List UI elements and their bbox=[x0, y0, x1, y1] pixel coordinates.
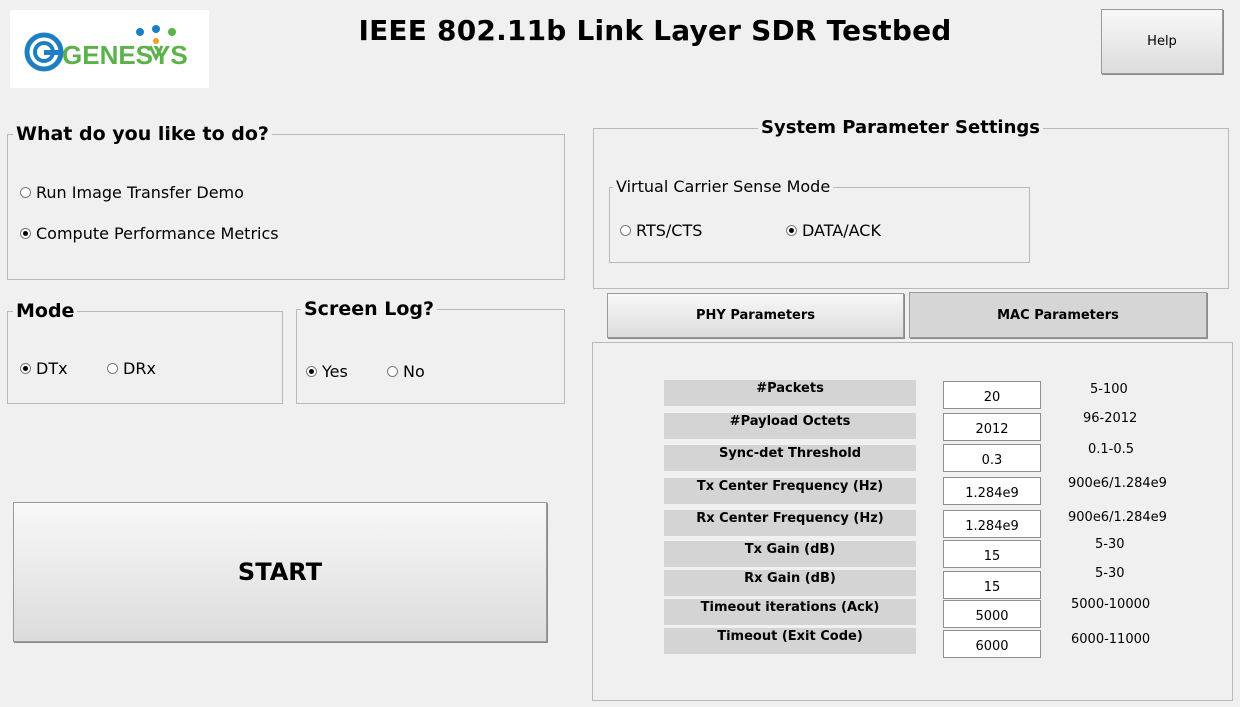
tab-phy-parameters[interactable]: PHY Parameters bbox=[607, 293, 904, 338]
app-title: IEEE 802.11b Link Layer SDR Testbed bbox=[358, 14, 952, 47]
param-range: 5-100 bbox=[1090, 382, 1128, 397]
mode-panel-title: Mode bbox=[13, 300, 78, 322]
param-label: Rx Center Frequency (Hz) bbox=[664, 510, 916, 536]
mode-panel: Mode DTx DRx bbox=[7, 300, 283, 404]
param-input[interactable] bbox=[943, 510, 1041, 538]
tab-mac-parameters[interactable]: MAC Parameters bbox=[909, 292, 1207, 338]
option-data-ack-label: DATA/ACK bbox=[802, 221, 881, 240]
option-drx[interactable]: DRx bbox=[107, 359, 156, 378]
radio-log-no[interactable] bbox=[387, 366, 398, 377]
option-compute-metrics[interactable]: Compute Performance Metrics bbox=[20, 224, 279, 243]
option-rts-cts-label: RTS/CTS bbox=[636, 221, 703, 240]
screen-log-panel: Screen Log? Yes No bbox=[296, 298, 565, 404]
param-label: Sync-det Threshold bbox=[664, 445, 916, 471]
param-input[interactable] bbox=[943, 571, 1041, 599]
system-settings-panel: System Parameter Settings Virtual Carrie… bbox=[593, 117, 1229, 289]
radio-dtx[interactable] bbox=[20, 363, 31, 374]
param-label: Tx Center Frequency (Hz) bbox=[664, 478, 916, 504]
param-range: 0.1-0.5 bbox=[1088, 442, 1135, 457]
option-drx-label: DRx bbox=[123, 359, 156, 378]
option-log-yes-label: Yes bbox=[322, 362, 348, 381]
param-input[interactable] bbox=[943, 600, 1041, 628]
param-input[interactable] bbox=[943, 381, 1041, 409]
param-label: Rx Gain (dB) bbox=[664, 570, 916, 596]
param-label: Timeout iterations (Ack) bbox=[664, 599, 916, 625]
option-run-image-transfer-label: Run Image Transfer Demo bbox=[36, 183, 244, 202]
param-range: 900e6/1.284e9 bbox=[1068, 476, 1167, 491]
radio-log-yes[interactable] bbox=[306, 366, 317, 377]
param-range: 96-2012 bbox=[1083, 411, 1138, 426]
option-data-ack[interactable]: DATA/ACK bbox=[786, 221, 881, 240]
param-range: 900e6/1.284e9 bbox=[1068, 510, 1167, 525]
radio-data-ack[interactable] bbox=[786, 225, 797, 236]
option-dtx[interactable]: DTx bbox=[20, 359, 68, 378]
option-log-no-label: No bbox=[403, 362, 425, 381]
start-button[interactable]: START bbox=[13, 502, 547, 642]
option-dtx-label: DTx bbox=[36, 359, 68, 378]
system-settings-title: System Parameter Settings bbox=[758, 117, 1044, 138]
param-input[interactable] bbox=[943, 444, 1041, 472]
param-range: 5-30 bbox=[1095, 566, 1125, 581]
vcs-panel: Virtual Carrier Sense Mode RTS/CTS DATA/… bbox=[609, 177, 1030, 263]
genesys-logo: GENESYS bbox=[10, 10, 209, 88]
vcs-panel-title: Virtual Carrier Sense Mode bbox=[613, 177, 834, 196]
param-input[interactable] bbox=[943, 413, 1041, 441]
param-label: #Payload Octets bbox=[664, 413, 916, 439]
param-input[interactable] bbox=[943, 540, 1041, 568]
radio-rts-cts[interactable] bbox=[620, 225, 631, 236]
help-button[interactable]: Help bbox=[1101, 9, 1223, 74]
param-range: 5-30 bbox=[1095, 537, 1125, 552]
param-label: #Packets bbox=[664, 380, 916, 406]
radio-compute-metrics[interactable] bbox=[20, 228, 31, 239]
option-rts-cts[interactable]: RTS/CTS bbox=[620, 221, 702, 240]
param-range: 5000-10000 bbox=[1071, 597, 1151, 612]
param-label: Tx Gain (dB) bbox=[664, 541, 916, 567]
screen-log-title: Screen Log? bbox=[301, 298, 438, 320]
task-panel: What do you like to do? Run Image Transf… bbox=[7, 123, 565, 280]
genesys-logo-graphic: GENESYS bbox=[24, 25, 188, 72]
param-label: Timeout (Exit Code) bbox=[664, 628, 916, 654]
logo-text: GENESYS bbox=[62, 40, 188, 70]
radio-drx[interactable] bbox=[107, 363, 118, 374]
option-log-yes[interactable]: Yes bbox=[306, 362, 348, 381]
option-log-no[interactable]: No bbox=[387, 362, 425, 381]
task-panel-title: What do you like to do? bbox=[13, 123, 272, 145]
param-input[interactable] bbox=[943, 477, 1041, 505]
param-input[interactable] bbox=[943, 630, 1041, 658]
param-range: 6000-11000 bbox=[1071, 632, 1151, 647]
option-compute-metrics-label: Compute Performance Metrics bbox=[36, 224, 279, 243]
radio-run-image-transfer[interactable] bbox=[20, 187, 31, 198]
option-run-image-transfer[interactable]: Run Image Transfer Demo bbox=[20, 183, 244, 202]
